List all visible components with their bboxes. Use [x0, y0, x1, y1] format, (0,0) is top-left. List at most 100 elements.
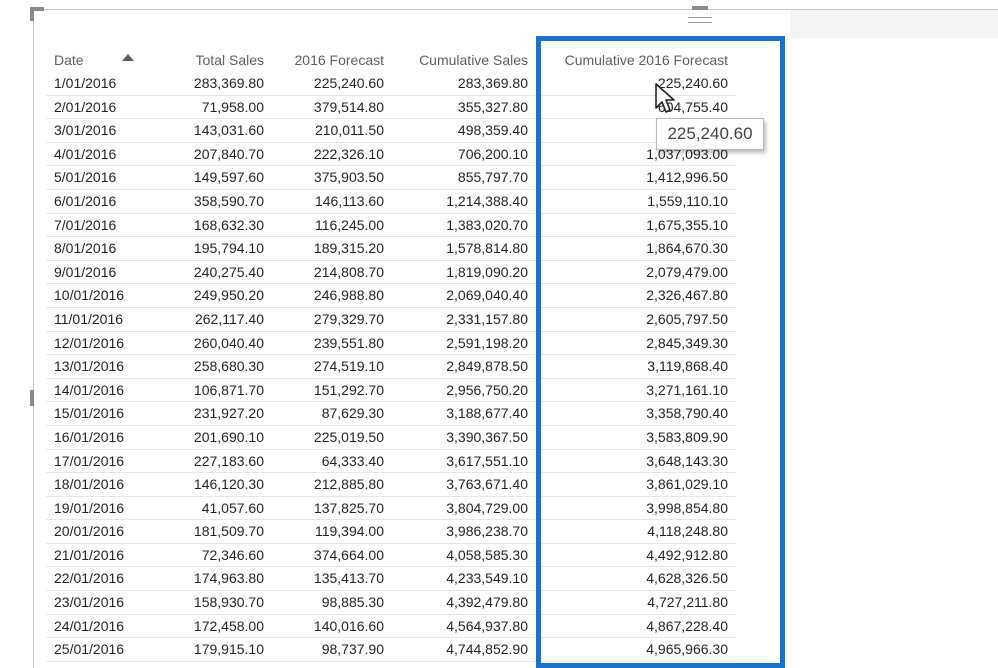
cell-total-sales: 262,117.40: [194, 310, 264, 327]
cell-cumulative-sales: 4,392,479.80: [446, 594, 528, 611]
cell-2016-forecast: 274,519.10: [313, 358, 384, 375]
cell-total-sales: 240,275.40: [193, 263, 264, 280]
cell-total-sales: 71,958.00: [201, 98, 264, 115]
cell-total-sales: 146,120.30: [193, 476, 264, 493]
cell-total-sales: 179,915.10: [193, 641, 264, 658]
cell-cumulative-sales: 3,617,551.10: [446, 452, 528, 469]
cell-total-sales: 201,690.10: [193, 428, 264, 445]
cell-2016-forecast: 210,011.50: [314, 122, 384, 139]
resize-handle-top[interactable]: [692, 6, 708, 10]
cell-total-sales: 231,927.20: [193, 405, 264, 422]
visual-frame-top: [33, 9, 998, 10]
cell-2016-forecast: 225,240.60: [313, 75, 384, 91]
cell-2016-forecast: 214,808.70: [313, 263, 384, 280]
resize-handle-left[interactable]: [30, 390, 34, 406]
cell-date: 18/01/2016: [54, 476, 125, 493]
cell-cumulative-sales: 3,804,729.00: [446, 499, 528, 516]
cell-date: 5/01/2016: [54, 169, 117, 186]
sort-ascending-icon[interactable]: [122, 54, 134, 61]
cell-2016-forecast: 222,326.10: [313, 145, 384, 162]
cell-2016-forecast: 225,019.50: [313, 428, 384, 445]
cell-cumulative-sales: 2,956,750.20: [446, 381, 528, 398]
cell-total-sales: 158,930.70: [193, 594, 264, 611]
cell-2016-forecast: 140,016.60: [313, 617, 384, 634]
cell-date: 6/01/2016: [54, 192, 117, 209]
cell-2016-forecast: 116,245.00: [314, 216, 384, 233]
cell-cumulative-sales: 4,744,852.90: [446, 641, 528, 658]
cell-2016-forecast: 146,113.60: [314, 192, 384, 209]
cell-cumulative-sales: 2,591,198.20: [446, 334, 528, 351]
cell-date: 1/01/2016: [54, 75, 117, 91]
cell-date: 19/01/2016: [54, 499, 125, 516]
cell-date: 25/01/2016: [54, 641, 125, 658]
cell-cumulative-sales: 3,986,238.70: [446, 523, 528, 540]
cell-cumulative-sales: 4,564,937.80: [446, 617, 528, 634]
cell-2016-forecast: 239,551.80: [313, 334, 384, 351]
cell-total-sales: 227,183.60: [193, 452, 264, 469]
cell-total-sales: 249,950.20: [193, 287, 264, 304]
cell-date: 14/01/2016: [54, 381, 125, 398]
cell-date: 10/01/2016: [54, 287, 125, 304]
cell-date: 20/01/2016: [54, 523, 125, 540]
column-header-2016-forecast[interactable]: 2016 Forecast: [264, 48, 385, 71]
cell-cumulative-sales: 4,058,585.30: [446, 546, 528, 563]
cell-2016-forecast: 119,394.00: [314, 523, 384, 540]
resize-handle-top-left-vertical[interactable]: [30, 7, 34, 21]
cell-2016-forecast: 137,825.70: [313, 499, 384, 516]
cell-total-sales: 283,369.80: [193, 75, 264, 91]
cell-date: 21/01/2016: [54, 546, 125, 563]
value-tooltip: 225,240.60: [656, 118, 764, 150]
cell-date: 16/01/2016: [54, 428, 125, 445]
cell-total-sales: 358,590.70: [193, 192, 264, 209]
cell-2016-forecast: 189,315.20: [313, 240, 384, 257]
cell-date: 3/01/2016: [54, 122, 117, 139]
column-header-cumulative-sales[interactable]: Cumulative Sales: [384, 48, 528, 71]
cell-2016-forecast: 375,903.50: [313, 169, 384, 186]
cell-date: 9/01/2016: [54, 263, 117, 280]
cell-cumulative-sales: 2,331,157.80: [446, 310, 528, 327]
cell-date: 17/01/2016: [54, 452, 125, 469]
cell-cumulative-sales: 1,383,020.70: [446, 216, 528, 233]
cell-cumulative-sales: 498,359.40: [457, 122, 528, 139]
cell-2016-forecast: 279,329.70: [313, 310, 384, 327]
drag-grip-icon[interactable]: [688, 17, 712, 29]
cell-total-sales: 149,597.60: [193, 169, 264, 186]
mouse-pointer-icon: [655, 83, 675, 113]
cell-2016-forecast: 151,292.70: [313, 381, 384, 398]
cell-total-sales: 181,509.70: [193, 523, 264, 540]
cell-date: 24/01/2016: [54, 617, 125, 634]
cell-date: 2/01/2016: [54, 98, 117, 115]
cell-total-sales: 72,346.60: [201, 546, 264, 563]
cell-2016-forecast: 64,333.40: [321, 452, 384, 469]
cell-total-sales: 172,458.00: [193, 617, 264, 634]
cell-2016-forecast: 98,737.90: [321, 641, 384, 658]
cell-cumulative-sales: 1,819,090.20: [446, 263, 528, 280]
cell-2016-forecast: 98,885.30: [321, 594, 384, 611]
cell-date: 13/01/2016: [54, 358, 125, 375]
cell-2016-forecast: 87,629.30: [321, 405, 384, 422]
cell-cumulative-sales: 855,797.70: [457, 169, 528, 186]
cell-date: 15/01/2016: [54, 405, 125, 422]
cell-total-sales: 195,794.10: [193, 240, 264, 257]
cell-cumulative-sales: 1,214,388.40: [446, 192, 528, 209]
cell-total-sales: 143,031.60: [193, 122, 264, 139]
cell-date: 23/01/2016: [54, 594, 125, 611]
cell-2016-forecast: 246,988.80: [313, 287, 384, 304]
cell-cumulative-sales: 355,327.80: [457, 98, 528, 115]
cell-2016-forecast: 374,664.00: [313, 546, 384, 563]
cell-cumulative-sales: 1,578,814.80: [446, 240, 528, 257]
cell-cumulative-sales: 3,763,671.40: [446, 476, 528, 493]
cell-total-sales: 260,040.40: [193, 334, 264, 351]
cell-date: 11/01/2016: [54, 310, 124, 327]
cell-total-sales: 168,632.30: [193, 216, 264, 233]
column-header-date[interactable]: Date: [54, 48, 154, 71]
cell-total-sales: 258,680.30: [193, 358, 264, 375]
cell-cumulative-sales: 4,233,549.10: [446, 570, 528, 587]
cell-total-sales: 174,963.80: [193, 570, 264, 587]
cell-date: 12/01/2016: [54, 334, 125, 351]
visual-frame-left: [33, 9, 34, 668]
cell-total-sales: 106,871.70: [193, 381, 264, 398]
cell-cumulative-sales: 2,849,878.50: [446, 358, 528, 375]
cell-cumulative-sales: 283,369.80: [457, 75, 528, 91]
column-header-total-sales[interactable]: Total Sales: [154, 48, 264, 71]
